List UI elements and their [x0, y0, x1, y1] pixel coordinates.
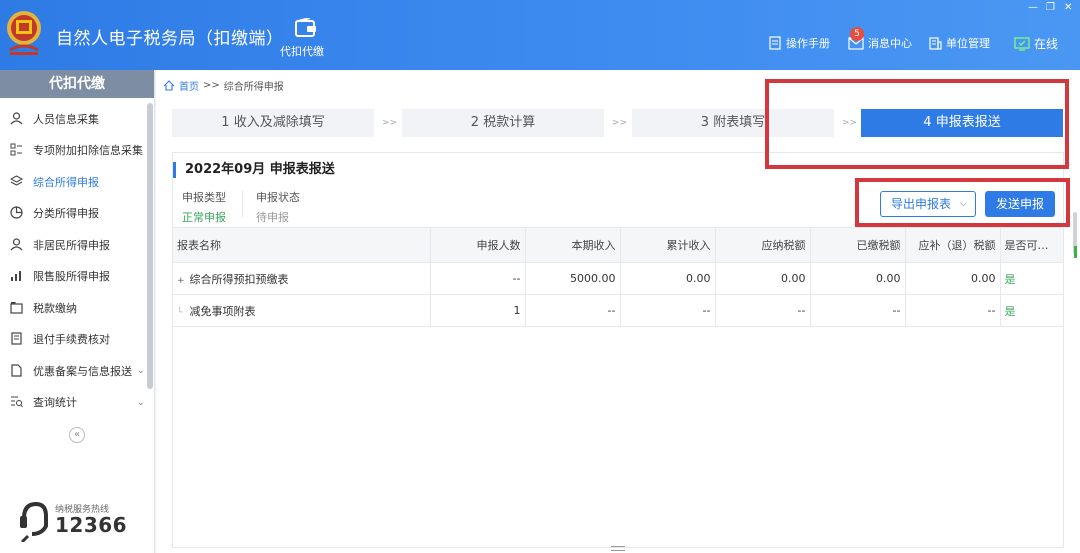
report-name[interactable]: 综合所得预扣预缴表	[190, 273, 289, 286]
sidebar-title: 代扣代缴	[0, 70, 154, 98]
message-count-badge: 5	[850, 27, 864, 41]
building-icon	[929, 37, 942, 50]
hotline-number: 12366	[55, 513, 128, 537]
report-table: 报表名称 申报人数 本期收入 累计收入 应纳税额 已缴税额 应补（退）税额 是否…	[173, 227, 1064, 327]
sidebar-scrollbar[interactable]	[147, 103, 153, 389]
col-header: 已缴税额	[810, 227, 906, 263]
step-separator: >>	[382, 118, 398, 128]
minimize-icon[interactable]: —	[1028, 2, 1038, 13]
sidebar-item-comprehensive-income[interactable]: 综合所得申报	[0, 166, 147, 198]
chevron-down-icon: ⌄	[136, 365, 145, 377]
breadcrumb: 首页 >> 综合所得申报	[163, 78, 284, 93]
list-icon	[10, 143, 24, 157]
home-icon	[163, 80, 175, 91]
step-tax-calc[interactable]: 2 税款计算	[402, 109, 604, 137]
tree-branch-icon: └	[177, 307, 183, 318]
headset-icon	[20, 501, 48, 542]
highlight-frame-buttons	[855, 178, 1070, 227]
panel-title: 2022年09月 申报表报送	[173, 162, 335, 178]
document-icon	[10, 332, 24, 346]
sidebar-item-special-deduction[interactable]: 专项附加扣除信息采集	[0, 135, 147, 167]
sidebar-item-preferential-filing[interactable]: 优惠备案与信息报送 ⌄	[0, 355, 147, 387]
report-name[interactable]: 减免事项附表	[190, 305, 256, 318]
sidebar-item-person-info[interactable]: 人员信息采集	[0, 103, 147, 135]
table-header-row: 报表名称 申报人数 本期收入 累计收入 应纳税额 已缴税额 应补（退）税额 是否…	[173, 227, 1064, 263]
folder-icon	[10, 301, 24, 315]
sidebar-item-classified-income[interactable]: 分类所得申报	[0, 198, 147, 230]
file-icon	[10, 364, 24, 378]
col-header: 累计收入	[620, 227, 716, 263]
table-row[interactable]: + 综合所得预扣预缴表 -- 5000.00 0.00 0.00 0.00 0.…	[173, 262, 1064, 295]
declare-status-value: 待申报	[256, 211, 289, 224]
declare-status: 申报状态 待申报	[256, 191, 300, 224]
declare-type: 申报类型 正常申报	[182, 191, 226, 224]
resize-handle-icon[interactable]	[611, 546, 625, 551]
manual-button[interactable]: 操作手册	[768, 35, 830, 51]
module-label: 代扣代缴	[280, 45, 324, 58]
sidebar-item-restricted-stock-income[interactable]: 限售股所得申报	[0, 261, 147, 293]
sidebar: 代扣代缴 人员信息采集 专项附加扣除信息采集 综合所得申报 分类所得申报 非居民…	[0, 70, 155, 553]
highlight-frame-step	[765, 79, 1069, 169]
col-header: 本期收入	[525, 227, 621, 263]
sidebar-item-tax-payment[interactable]: 税款缴纳	[0, 292, 147, 324]
online-status[interactable]: 在线	[1014, 35, 1058, 52]
declare-type-value: 正常申报	[182, 211, 226, 224]
bar-chart-icon	[10, 269, 24, 283]
unit-management-button[interactable]: 单位管理	[928, 35, 990, 51]
pie-icon	[10, 206, 24, 220]
restore-icon[interactable]: ❐	[1046, 2, 1055, 13]
step-separator: >>	[612, 118, 628, 128]
close-icon[interactable]: ✕	[1064, 2, 1072, 13]
step-income-entry[interactable]: 1 收入及减除填写	[172, 109, 374, 137]
col-header: 报表名称	[173, 227, 431, 263]
breadcrumb-home[interactable]: 首页	[179, 78, 199, 93]
hotline: 纳税服务热线 12366	[18, 500, 148, 544]
manual-icon	[769, 36, 781, 50]
col-header: 应补（退）税额	[905, 227, 1001, 263]
col-header: 是否可申...	[1000, 227, 1064, 263]
table-row[interactable]: └ 减免事项附表 1 -- -- -- -- -- 是	[173, 294, 1064, 327]
layers-icon	[10, 175, 24, 189]
query-icon	[10, 395, 24, 409]
col-header: 应纳税额	[715, 227, 811, 263]
sidebar-item-query-stats[interactable]: 查询统计 ⌄	[0, 387, 147, 419]
expand-icon[interactable]: +	[177, 276, 186, 286]
breadcrumb-current: 综合所得申报	[223, 82, 284, 93]
divider	[242, 191, 243, 217]
person-icon	[10, 112, 24, 126]
tax-emblem-icon	[7, 11, 41, 55]
app-title: 自然人电子税务局（扣缴端）	[56, 29, 284, 49]
online-icon	[1014, 36, 1030, 51]
module-withholding[interactable]: 代扣代缴	[280, 18, 330, 59]
title-bar: 自然人电子税务局（扣缴端） 代扣代缴 — ❐ ✕ 操作手册 消息中心 5 单位管…	[0, 0, 1080, 70]
breadcrumb-separator: >>	[203, 80, 220, 91]
sidebar-item-fee-refund[interactable]: 退付手续费核对	[0, 324, 147, 356]
sidebar-item-nonresident-income[interactable]: 非居民所得申报	[0, 229, 147, 261]
chevron-down-icon: ⌄	[136, 396, 145, 408]
col-header: 申报人数	[430, 227, 526, 263]
wallet-icon	[295, 18, 316, 37]
scroll-indicator	[1074, 246, 1077, 258]
person-icon	[10, 238, 24, 252]
collapse-sidebar-icon[interactable]: «	[69, 427, 85, 443]
sidebar-menu: 人员信息采集 专项附加扣除信息采集 综合所得申报 分类所得申报 非居民所得申报 …	[0, 103, 147, 418]
